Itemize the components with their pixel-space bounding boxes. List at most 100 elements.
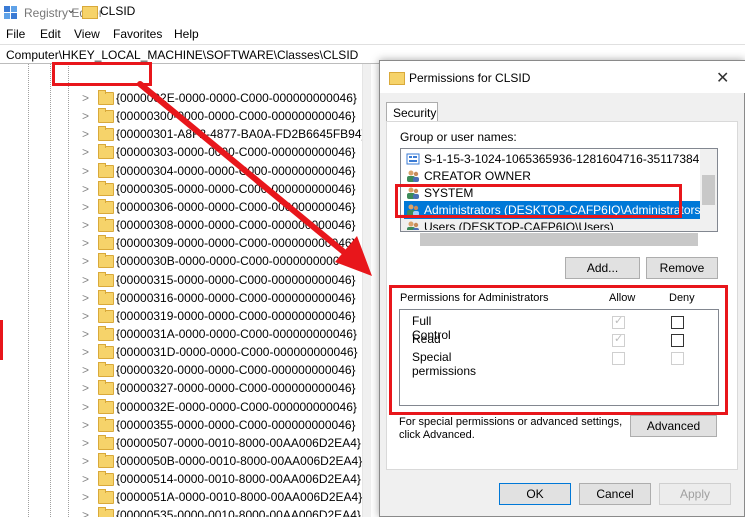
tree-item[interactable]: > {00000315-0000-0000-C000-000000000046}	[0, 271, 370, 289]
tree-item-label: {00000514-0000-0010-8000-00AA006D2EA4}	[116, 472, 361, 486]
chevron-right-icon[interactable]: >	[82, 416, 92, 434]
chevron-right-icon[interactable]: >	[82, 452, 92, 470]
tree-item[interactable]: > {00000308-0000-0000-C000-000000000046}	[0, 216, 370, 234]
users-icon	[407, 170, 419, 182]
tree-item-label: {00000355-0000-0000-C000-000000000046}	[116, 418, 356, 432]
registry-tree: > {0000002E-0000-0000-C000-000000000046} >…	[0, 64, 370, 517]
folder-icon	[98, 489, 114, 504]
chevron-right-icon[interactable]: >	[82, 488, 92, 506]
close-icon[interactable]: ✕	[716, 68, 729, 88]
apply-button[interactable]: Apply	[659, 483, 731, 505]
chevron-right-icon[interactable]: >	[82, 198, 92, 216]
folder-icon	[82, 6, 98, 19]
user-item-users[interactable]: Users (DESKTOP-CAFP6IQ\Users)	[404, 218, 700, 230]
chevron-right-icon[interactable]: >	[82, 162, 92, 180]
tree-item[interactable]: > {00000305-0000-0000-C000-000000000046}	[0, 180, 370, 198]
tree-item-label: {00000301-A8F2-4877-BA0A-FD2B6645FB94}	[116, 127, 366, 141]
remove-button[interactable]: Remove	[646, 257, 718, 279]
chevron-right-icon[interactable]: >	[82, 470, 92, 488]
permission-row-full-control: Full Control	[0, 314, 684, 342]
tree-item-clsid[interactable]: CLSID	[100, 4, 135, 18]
tree-scrollbar[interactable]	[362, 64, 371, 517]
user-list-vscroll-thumb[interactable]	[702, 175, 715, 205]
tree-item[interactable]: > {00000514-0000-0010-8000-00AA006D2EA4}	[0, 470, 370, 488]
chevron-right-icon[interactable]: >	[82, 89, 92, 107]
folder-icon	[98, 272, 114, 287]
tree-item[interactable]: > {00000303-0000-0000-C000-000000000046}	[0, 143, 370, 161]
ok-button[interactable]: OK	[499, 483, 571, 505]
chevron-right-icon[interactable]: >	[82, 216, 92, 234]
folder-icon	[389, 72, 405, 85]
menu-view[interactable]: View	[74, 27, 100, 41]
folder-icon	[98, 399, 114, 414]
folder-icon	[98, 507, 114, 517]
tab-security-label: Security	[393, 106, 437, 120]
cancel-button[interactable]: Cancel	[579, 483, 651, 505]
chevron-right-icon[interactable]: >	[82, 271, 92, 289]
tree-item[interactable]: > {00000355-0000-0000-C000-000000000046}	[0, 416, 370, 434]
tree-item[interactable]: > {00000300-0000-0000-C000-000000000046}	[0, 107, 370, 125]
menu-file[interactable]: File	[6, 27, 25, 41]
tree-item[interactable]: > {00000306-0000-0000-C000-000000000046}	[0, 198, 370, 216]
advanced-hint-line-2: click Advanced.	[399, 429, 475, 441]
tree-item-label: {0000030B-0000-0000-C000-000000000046}	[116, 254, 357, 268]
folder-icon	[98, 380, 114, 395]
tree-item[interactable]: > {0000002E-0000-0000-C000-000000000046}	[0, 89, 370, 107]
permission-row-read: Read	[0, 332, 684, 350]
chevron-right-icon[interactable]: >	[82, 125, 92, 143]
chevron-right-icon[interactable]: >	[82, 180, 92, 198]
tree-item-label: {0000050B-0000-0010-8000-00AA006D2EA4}	[116, 454, 363, 468]
tree-item[interactable]: > {00000316-0000-0000-C000-000000000046}	[0, 289, 370, 307]
tree-item-label: {00000304-0000-0000-C000-000000000046}	[116, 164, 356, 178]
tree-item-label: {0000051A-0000-0010-8000-00AA006D2EA4}	[116, 490, 363, 504]
user-item-creator-owner[interactable]: CREATOR OWNER	[404, 167, 700, 185]
chevron-right-icon[interactable]: >	[82, 379, 92, 397]
folder-icon	[98, 235, 114, 250]
sid-icon	[406, 153, 420, 165]
tree-item[interactable]: > {00000535-0000-0010-8000-00AA006D2EA4}	[0, 506, 370, 517]
chevron-right-icon[interactable]: >	[82, 143, 92, 161]
tree-item-label: {0000032E-0000-0000-C000-000000000046}	[116, 400, 357, 414]
menu-bar: File Edit View Favorites Help	[0, 26, 745, 44]
chevron-right-icon[interactable]: >	[82, 252, 92, 270]
tree-item[interactable]: > {0000030B-0000-0000-C000-000000000046}	[0, 252, 370, 270]
tree-item-label: {00000309-0000-0000-C000-000000000046}	[116, 236, 356, 250]
tree-item-label: {00000306-0000-0000-C000-000000000046}	[116, 200, 356, 214]
folder-icon	[98, 199, 114, 214]
tree-item-label: {00000308-0000-0000-C000-000000000046}	[116, 218, 356, 232]
user-list-hscroll-thumb[interactable]	[420, 233, 698, 246]
tree-item-label: {0000002E-0000-0000-C000-000000000046}	[116, 91, 357, 105]
tree-item[interactable]: > {00000304-0000-0000-C000-000000000046}	[0, 162, 370, 180]
menu-favorites[interactable]: Favorites	[113, 27, 162, 41]
tree-item[interactable]: > {0000050B-0000-0010-8000-00AA006D2EA4}	[0, 452, 370, 470]
chevron-right-icon[interactable]: >	[82, 107, 92, 125]
add-button[interactable]: Add...	[565, 257, 640, 279]
tree-item-label: {00000303-0000-0000-C000-000000000046}	[116, 145, 356, 159]
user-item-sid[interactable]: S-1-15-3-1024-1065365936-1281604716-3511…	[404, 150, 700, 168]
folder-icon	[98, 417, 114, 432]
folder-icon	[98, 126, 114, 141]
menu-edit[interactable]: Edit	[40, 27, 61, 41]
tree-item[interactable]: > {00000327-0000-0000-C000-000000000046}	[0, 379, 370, 397]
tree-item[interactable]: > {0000051A-0000-0010-8000-00AA006D2EA4}	[0, 488, 370, 506]
advanced-button[interactable]: Advanced	[630, 415, 717, 437]
folder-icon	[98, 181, 114, 196]
chevron-right-icon[interactable]: >	[82, 289, 92, 307]
folder-icon	[98, 453, 114, 468]
tree-item[interactable]: > {0000032E-0000-0000-C000-000000000046}	[0, 398, 370, 416]
folder-icon	[98, 471, 114, 486]
chevron-right-icon[interactable]: >	[82, 398, 92, 416]
users-icon	[407, 221, 419, 230]
chevron-right-icon[interactable]: >	[82, 234, 92, 252]
annotation-highlight-clsid	[52, 62, 152, 86]
group-names-label: Group or user names:	[400, 130, 517, 144]
permission-row-special: Special permissions	[0, 350, 684, 378]
tree-item[interactable]: > {00000507-0000-0010-8000-00AA006D2EA4}	[0, 434, 370, 452]
chevron-right-icon[interactable]: >	[82, 506, 92, 517]
chevron-right-icon[interactable]: >	[82, 434, 92, 452]
menu-help[interactable]: Help	[174, 27, 199, 41]
tree-item[interactable]: > {00000309-0000-0000-C000-000000000046}	[0, 234, 370, 252]
tree-item[interactable]: > {00000301-A8F2-4877-BA0A-FD2B6645FB94}	[0, 125, 370, 143]
chevron-down-icon[interactable]: ⌄	[66, 2, 76, 16]
address-path: Computer\HKEY_LOCAL_MACHINE\SOFTWARE\Cla…	[6, 48, 359, 62]
